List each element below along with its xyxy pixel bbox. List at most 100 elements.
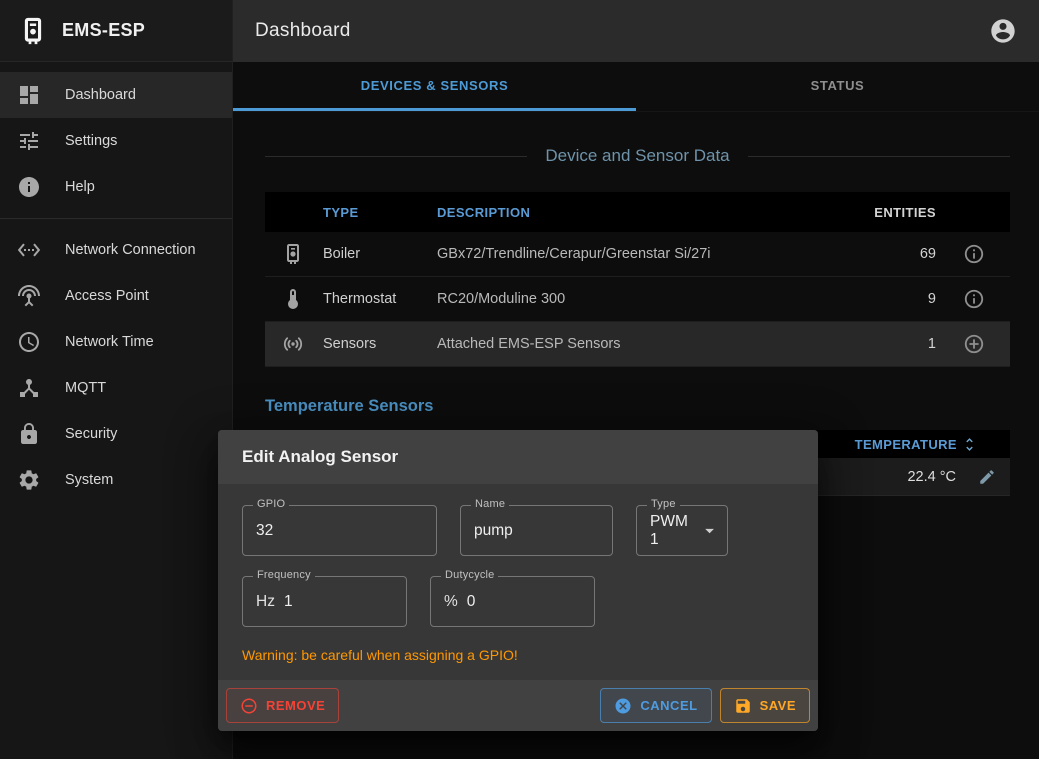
table-row-thermostat[interactable]: Thermostat RC20/Moduline 300 9 — [265, 277, 1010, 322]
name-field[interactable]: Name — [460, 505, 613, 556]
info-icon[interactable] — [963, 288, 985, 310]
remove-button-label: REMOVE — [266, 698, 325, 713]
gear-icon — [17, 468, 41, 492]
sidebar-item-label: Network Time — [65, 334, 154, 350]
boiler-icon — [281, 242, 305, 266]
device-type: Sensors — [323, 336, 419, 352]
dashboard-icon — [17, 83, 41, 107]
sidebar-item-label: Help — [65, 179, 95, 195]
section-title: Device and Sensor Data — [265, 146, 1010, 166]
device-type: Thermostat — [323, 291, 419, 307]
ethernet-icon — [17, 238, 41, 262]
remove-circle-icon — [240, 697, 258, 715]
dialog-footer: REMOVE CANCEL SAVE — [218, 680, 818, 731]
tab-label: DEVICES & SENSORS — [361, 78, 508, 93]
info-icon[interactable] — [963, 243, 985, 265]
unfold-more-icon — [961, 436, 978, 453]
sidebar-item-security[interactable]: Security — [0, 411, 232, 457]
save-icon — [734, 697, 752, 715]
chevron-down-icon — [699, 520, 720, 542]
thermostat-icon — [281, 287, 305, 311]
name-label: Name — [471, 498, 509, 510]
edit-pencil-icon[interactable] — [978, 468, 996, 486]
app-bar: Dashboard — [233, 0, 1039, 62]
tune-icon — [17, 129, 41, 153]
sidebar-item-network-time[interactable]: Network Time — [0, 319, 232, 365]
save-button-label: SAVE — [760, 698, 796, 713]
info-icon — [17, 175, 41, 199]
type-select[interactable]: Type PWM 1 — [636, 505, 728, 556]
sidebar-item-label: MQTT — [65, 380, 106, 396]
sidebar-item-dashboard[interactable]: Dashboard — [0, 72, 232, 118]
sidebar-item-label: System — [65, 472, 113, 488]
sidebar-item-access-point[interactable]: Access Point — [0, 273, 232, 319]
device-entities: 69 — [872, 246, 936, 262]
sidebar-item-label: Settings — [65, 133, 117, 149]
sidebar-divider — [0, 218, 232, 219]
cancel-button-label: CANCEL — [640, 698, 697, 713]
hub-icon — [17, 376, 41, 400]
frequency-label: Frequency — [253, 569, 315, 581]
device-table: TYPE DESCRIPTION ENTITIES Boiler GBx72/T… — [265, 192, 1010, 367]
lock-icon — [17, 422, 41, 446]
temperature-header-label: TEMPERATURE — [855, 437, 957, 452]
sidebar-item-label: Access Point — [65, 288, 149, 304]
temperature-sensors-title: Temperature Sensors — [265, 397, 1010, 416]
dutycycle-unit: % — [444, 593, 458, 611]
name-input[interactable] — [474, 522, 599, 540]
col-header-description: DESCRIPTION — [437, 205, 854, 220]
device-description: GBx72/Trendline/Cerapur/Greenstar Si/27i — [437, 246, 854, 262]
antenna-icon — [17, 284, 41, 308]
page-title: Dashboard — [255, 20, 351, 42]
dutycycle-input[interactable] — [467, 593, 581, 611]
sidebar-header: EMS-ESP — [0, 0, 232, 62]
sidebar-item-label: Security — [65, 426, 117, 442]
sidebar-item-label: Network Connection — [65, 242, 196, 258]
sidebar-item-network-connection[interactable]: Network Connection — [0, 227, 232, 273]
section-title-text: Device and Sensor Data — [545, 146, 729, 166]
cancel-button[interactable]: CANCEL — [600, 688, 711, 723]
dialog-title: Edit Analog Sensor — [218, 430, 818, 484]
dutycycle-label: Dutycycle — [441, 569, 498, 581]
add-circle-icon[interactable] — [963, 333, 985, 355]
gpio-label: GPIO — [253, 498, 289, 510]
table-row-boiler[interactable]: Boiler GBx72/Trendline/Cerapur/Greenstar… — [265, 232, 1010, 277]
device-description: Attached EMS-ESP Sensors — [437, 336, 854, 352]
app-title: EMS-ESP — [62, 20, 145, 41]
device-table-header: TYPE DESCRIPTION ENTITIES — [265, 192, 1010, 232]
tab-label: STATUS — [811, 78, 865, 93]
clock-icon — [17, 330, 41, 354]
device-entities: 1 — [872, 336, 936, 352]
tab-devices-sensors[interactable]: DEVICES & SENSORS — [233, 62, 636, 111]
col-header-type: TYPE — [323, 205, 419, 220]
temperature-value: 22.4 °C — [907, 469, 956, 485]
col-header-entities: ENTITIES — [872, 205, 936, 220]
tab-status[interactable]: STATUS — [636, 62, 1039, 111]
gpio-field[interactable]: GPIO — [242, 505, 437, 556]
sidebar-item-settings[interactable]: Settings — [0, 118, 232, 164]
cancel-circle-icon — [614, 697, 632, 715]
device-type: Boiler — [323, 246, 419, 262]
emsesp-logo-icon — [18, 16, 48, 46]
device-entities: 9 — [872, 291, 936, 307]
dutycycle-field[interactable]: Dutycycle % — [430, 576, 595, 627]
frequency-field[interactable]: Frequency Hz — [242, 576, 407, 627]
edit-analog-sensor-dialog: Edit Analog Sensor GPIO Name Type PWM 1 … — [218, 430, 818, 731]
save-button[interactable]: SAVE — [720, 688, 810, 723]
account-circle-icon[interactable] — [989, 17, 1017, 45]
table-row-sensors[interactable]: Sensors Attached EMS-ESP Sensors 1 — [265, 322, 1010, 367]
sidebar-nav: Dashboard Settings Help Network Connecti… — [0, 62, 232, 503]
sidebar-item-help[interactable]: Help — [0, 164, 232, 210]
sensors-icon — [281, 332, 305, 356]
sidebar-item-mqtt[interactable]: MQTT — [0, 365, 232, 411]
remove-button[interactable]: REMOVE — [226, 688, 339, 723]
tab-bar: DEVICES & SENSORS STATUS — [233, 62, 1039, 112]
gpio-warning-text: Warning: be careful when assigning a GPI… — [242, 647, 794, 663]
sidebar-item-system[interactable]: System — [0, 457, 232, 503]
type-label: Type — [647, 498, 680, 510]
gpio-input[interactable] — [256, 522, 423, 540]
device-description: RC20/Moduline 300 — [437, 291, 854, 307]
dialog-body: GPIO Name Type PWM 1 Frequency Hz — [218, 484, 818, 663]
frequency-unit: Hz — [256, 593, 275, 611]
frequency-input[interactable] — [284, 593, 393, 611]
